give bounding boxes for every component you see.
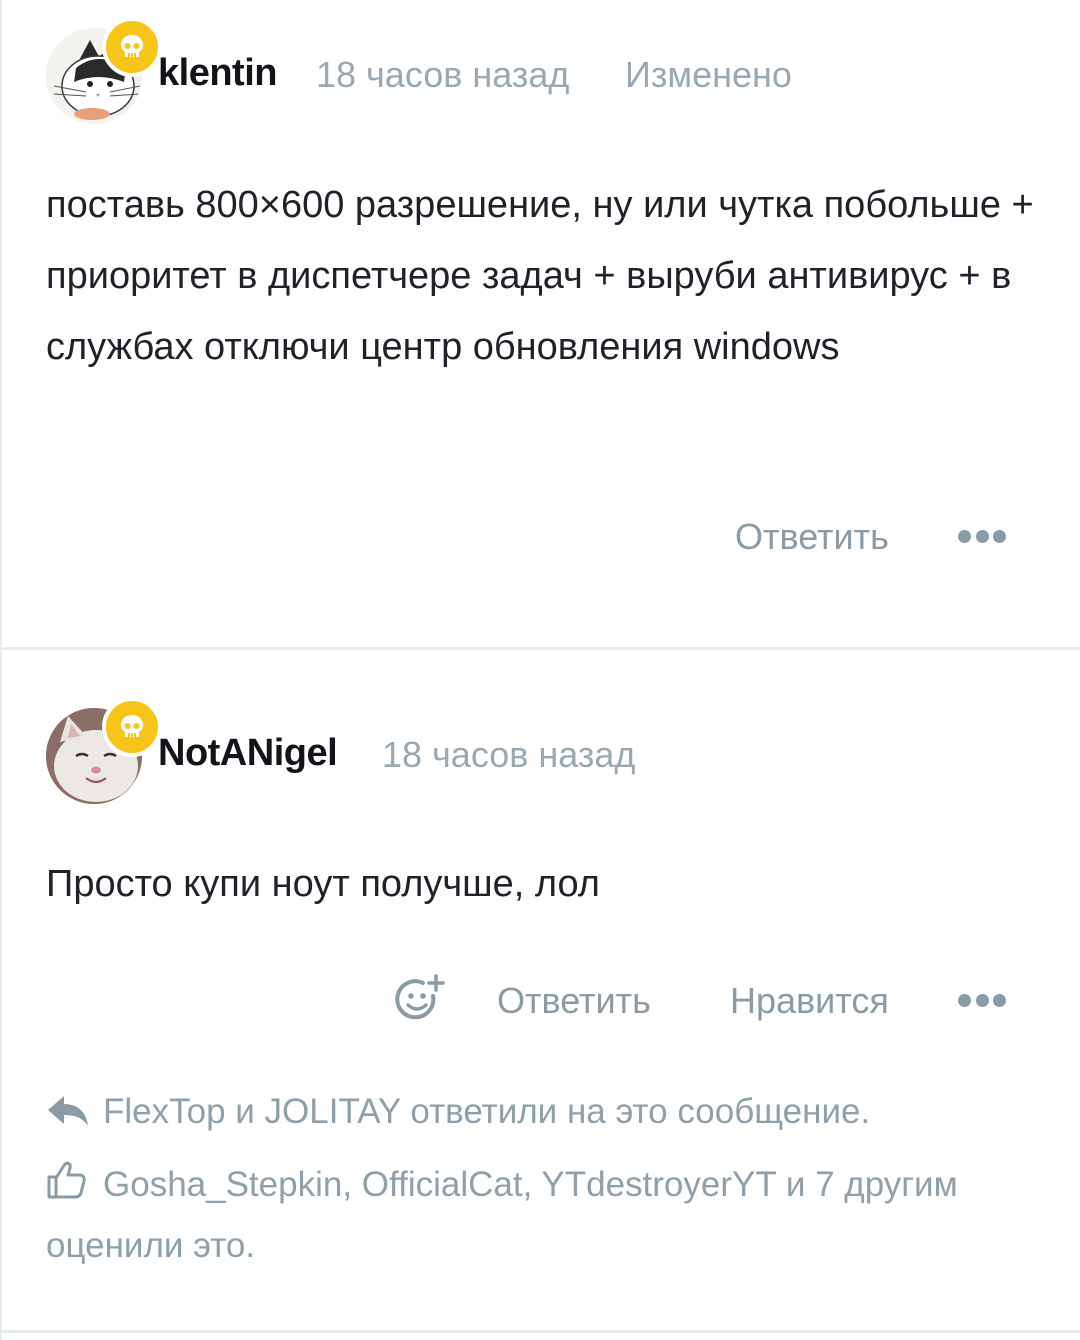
thumbs-up-icon [47,1161,86,1199]
timestamp: 18 часов назад [382,734,636,775]
comment-klentin: klentin 18 часов назад Изменено поставь … [0,0,1080,648]
likes-info-continued: оценили это. [46,1226,256,1265]
username[interactable]: NotANigel [158,732,338,775]
like-button[interactable]: Нравится [730,980,889,1022]
skull-icon [121,35,143,57]
badge-klentin [102,17,162,77]
comment-notanigel: NotANigel 18 часов назад Просто купи ноу… [0,650,1080,1330]
more-dots-icon[interactable] [958,528,1006,544]
comment-text: поставь 800×600 разрешение, ну или чутка… [46,184,1034,368]
reply-button[interactable]: Ответить [497,980,651,1022]
replies-info[interactable]: FlexTop и JOLITAY ответили на это сообще… [103,1082,870,1142]
edited-label: Изменено [625,54,792,95]
username[interactable]: klentin [158,52,277,95]
likes-info[interactable]: Gosha_Stepkin, OfficialCat, YTdestroyerY… [103,1155,958,1215]
skull-icon [121,715,143,737]
reply-arrow-icon [48,1096,88,1126]
timestamp: 18 часов назад [316,54,570,95]
add-emoji-icon[interactable] [395,974,445,1024]
comment-separator [0,1330,1080,1333]
reply-button[interactable]: Ответить [735,516,889,558]
more-dots-icon[interactable] [958,992,1006,1008]
comment-text: Просто купи ноут получше, лол [46,863,600,905]
badge-notanigel [102,697,162,757]
